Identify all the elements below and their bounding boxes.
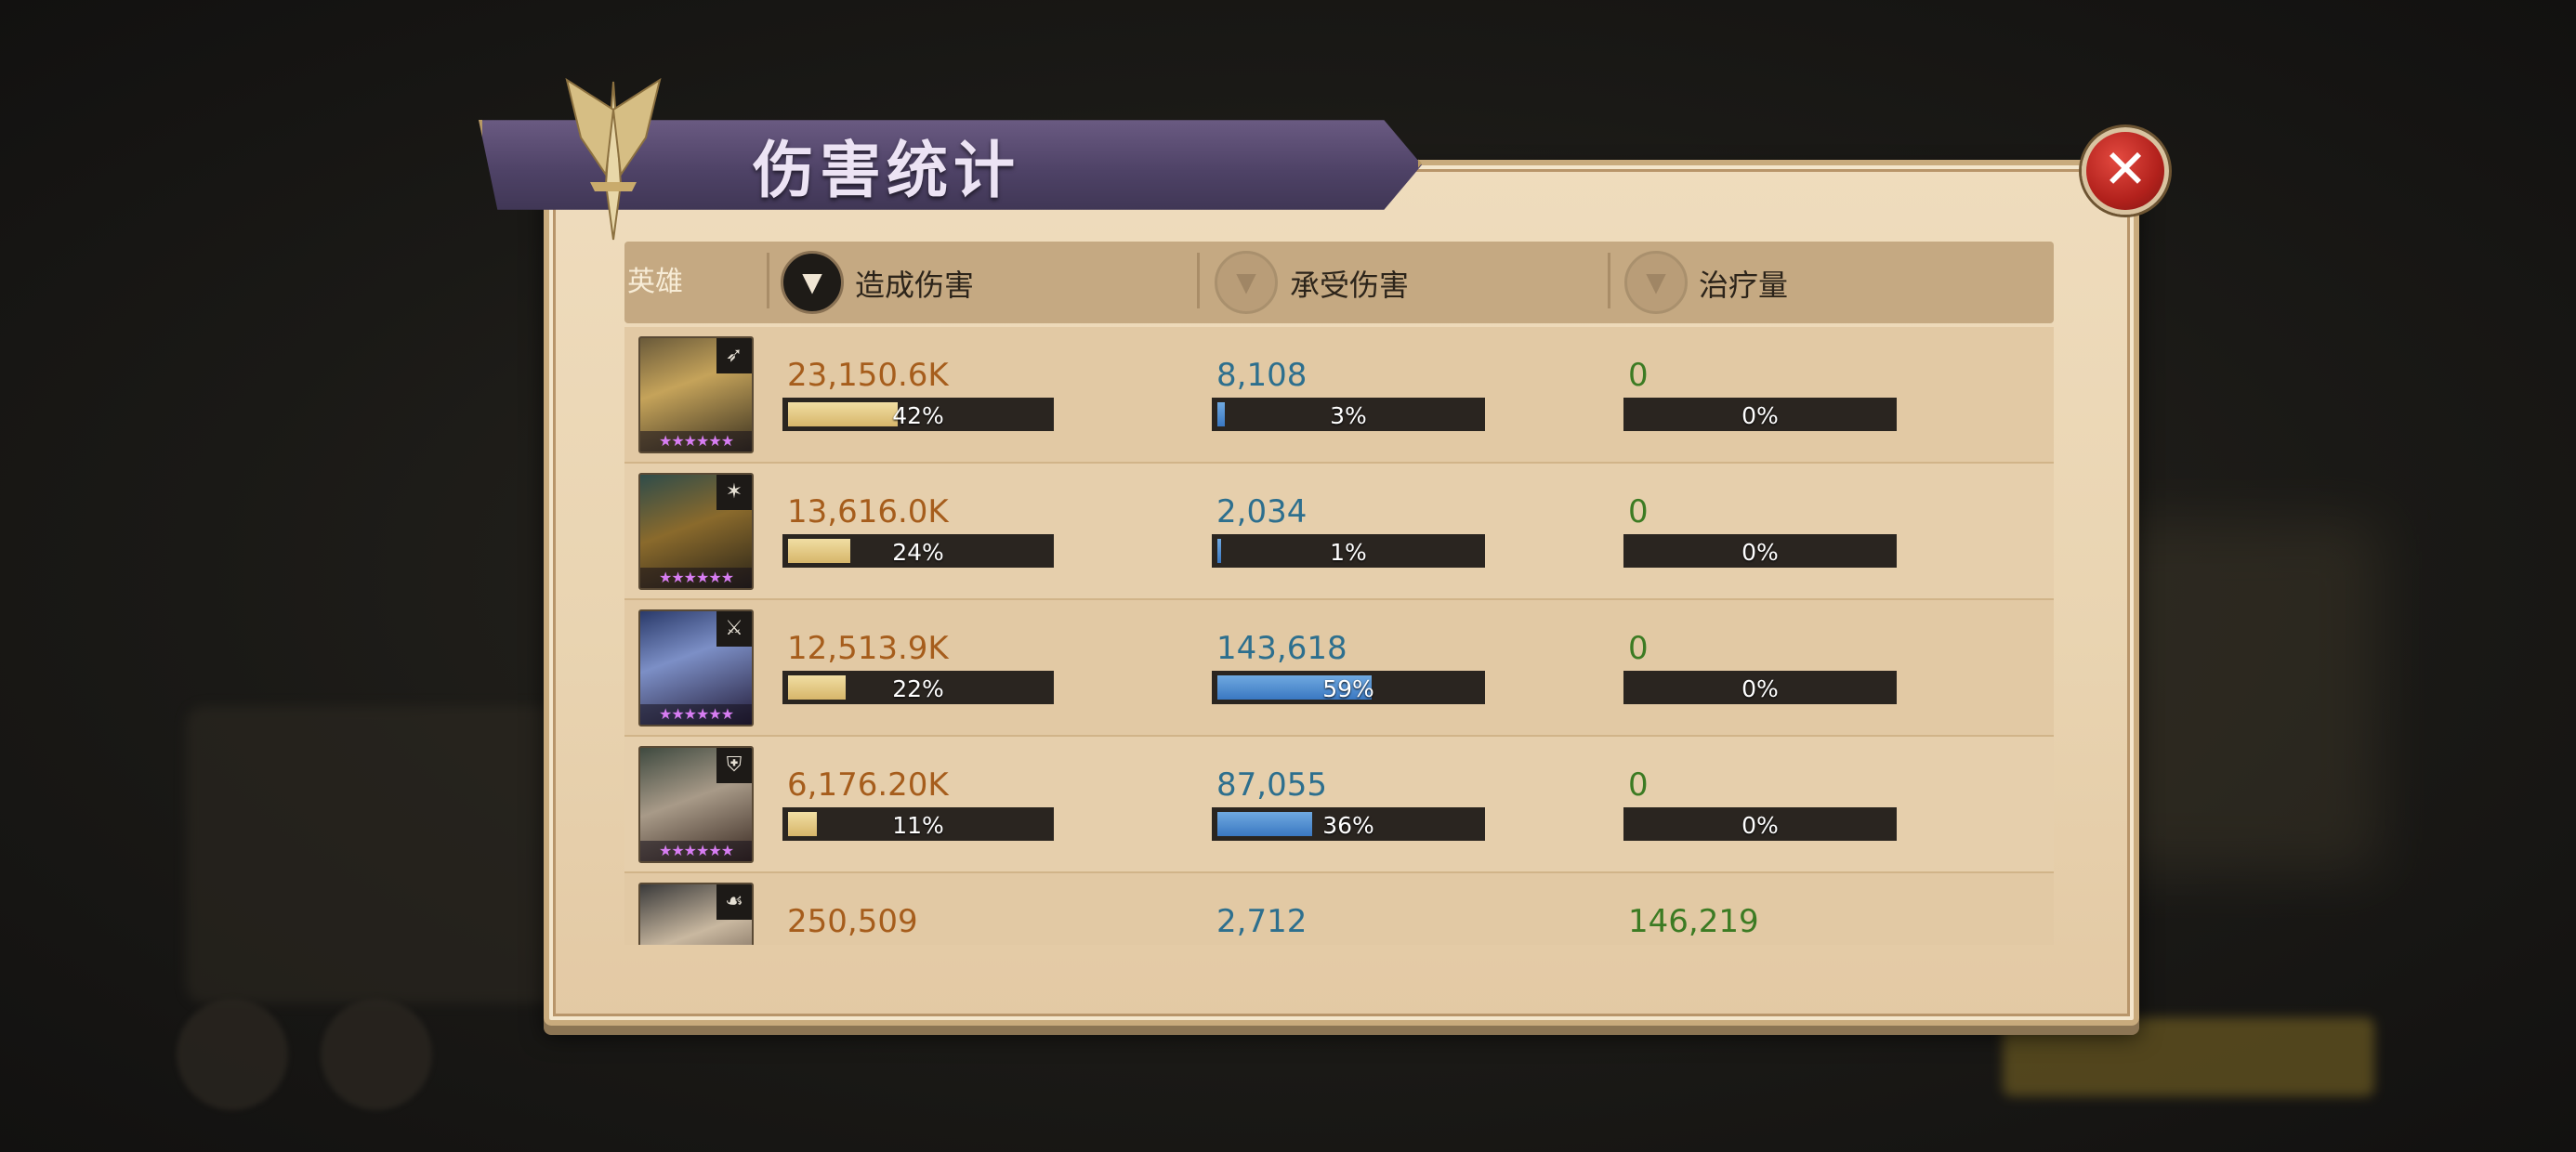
header-hero: 英雄 [627, 266, 683, 298]
taken-percent-bar: 59% [1212, 671, 1485, 704]
hero-portrait-healer[interactable]: ☙★★★★★★ [638, 883, 754, 945]
heal-percent-bar: 0% [1623, 671, 1897, 704]
hero-portrait-horned-demon[interactable]: ⚔ ★★★★★★ [638, 609, 754, 727]
dealt-percent-label: 11% [892, 812, 944, 839]
header-taken[interactable]: 承受伤害 [1290, 262, 1409, 305]
dealt-percent-label: 24% [892, 539, 944, 566]
winged-sword-emblem-icon [565, 77, 662, 241]
dealt-value: 250,509 [787, 903, 918, 940]
hero-stat-row: ➶ ★★★★★★ 23,150.6K 42% 8,108 3% 0 0% [624, 327, 2054, 465]
hero-portrait-beast[interactable]: ⛨ ★★★★★★ [638, 746, 754, 863]
dagger-class-icon: ⚔ [716, 611, 752, 647]
hero-stat-row: ☙★★★★★★ 250,509 2,712 146,219 [624, 873, 2054, 945]
dealt-percent-bar: 24% [782, 534, 1054, 568]
taken-percent-label: 3% [1330, 402, 1367, 429]
star-rating: ★★★★★★ [640, 568, 752, 588]
heal-percent-label: 0% [1741, 675, 1779, 702]
dealt-value: 13,616.0K [787, 493, 949, 530]
taken-value: 87,055 [1216, 766, 1327, 804]
taken-percent-label: 36% [1322, 812, 1374, 839]
taken-percent-bar: 1% [1212, 534, 1485, 568]
dealt-percent-bar: 11% [782, 807, 1054, 841]
header-divider [1608, 253, 1610, 308]
header-divider [1197, 253, 1200, 308]
dealt-percent-label: 42% [892, 402, 944, 429]
dealt-percent-bar: 42% [782, 398, 1054, 431]
dealt-value: 23,150.6K [787, 357, 949, 394]
chevron-down-icon: ▼ [1236, 267, 1256, 297]
heal-value: 0 [1628, 630, 1649, 667]
close-button[interactable]: ✕ [2082, 127, 2169, 215]
sort-dealt-button[interactable]: ▼ [781, 251, 844, 314]
dealt-value: 6,176.20K [787, 766, 949, 804]
taken-value: 8,108 [1216, 357, 1308, 394]
taken-percent-bar: 3% [1212, 398, 1485, 431]
staff-class-icon: ✶ [716, 475, 752, 510]
taken-value: 2,712 [1216, 903, 1308, 940]
taken-value: 143,618 [1216, 630, 1347, 667]
hero-portrait-pharaoh[interactable]: ✶ ★★★★★★ [638, 473, 754, 590]
dealt-percent-bar: 22% [782, 671, 1054, 704]
chevron-down-icon: ▼ [1646, 267, 1666, 297]
heal-value: 0 [1628, 357, 1649, 394]
chevron-down-icon: ▼ [802, 267, 822, 297]
header-divider [767, 253, 769, 308]
dealt-value: 12,513.9K [787, 630, 949, 667]
hero-portrait-golden-masked[interactable]: ➶ ★★★★★★ [638, 336, 754, 453]
taken-percent-bar: 36% [1212, 807, 1485, 841]
header-dealt[interactable]: 造成伤害 [855, 262, 974, 305]
taken-percent-label: 1% [1330, 539, 1367, 566]
background-button-stats [177, 999, 288, 1110]
heal-value: 0 [1628, 493, 1649, 530]
star-rating: ★★★★★★ [640, 841, 752, 861]
heal-value: 146,219 [1628, 903, 1759, 940]
header-heal[interactable]: 治疗量 [1699, 262, 1788, 305]
background-action-button [2003, 1017, 2374, 1096]
hero-stat-row: ✶ ★★★★★★ 13,616.0K 24% 2,034 1% 0 0% [624, 464, 2054, 601]
taken-value: 2,034 [1216, 493, 1308, 530]
heal-percent-label: 0% [1741, 402, 1779, 429]
taken-percent-label: 59% [1322, 675, 1374, 702]
sort-heal-button[interactable]: ▼ [1624, 251, 1688, 314]
heal-percent-bar: 0% [1623, 398, 1897, 431]
dealt-percent-label: 22% [892, 675, 944, 702]
heal-percent-label: 0% [1741, 539, 1779, 566]
star-rating: ★★★★★★ [640, 431, 752, 452]
hands-class-icon: ☙ [716, 884, 752, 920]
hero-stat-row: ⚔ ★★★★★★ 12,513.9K 22% 143,618 59% 0 0% [624, 600, 2054, 738]
shield-class-icon: ⛨ [716, 748, 752, 783]
close-icon: ✕ [2102, 137, 2149, 201]
sort-taken-button[interactable]: ▼ [1215, 251, 1278, 314]
star-rating: ★★★★★★ [640, 704, 752, 725]
heal-value: 0 [1628, 766, 1649, 804]
heal-percent-label: 0% [1741, 812, 1779, 839]
background-button-hero [321, 999, 432, 1110]
heal-percent-bar: 0% [1623, 534, 1897, 568]
hero-stat-row: ⛨ ★★★★★★ 6,176.20K 11% 87,055 36% 0 0% [624, 737, 2054, 874]
bow-class-icon: ➶ [716, 338, 752, 373]
heal-percent-bar: 0% [1623, 807, 1897, 841]
hero-stats-list[interactable]: ➶ ★★★★★★ 23,150.6K 42% 8,108 3% 0 0% ✶ ★★★★★★ 13,6… [624, 327, 2054, 945]
page-title: 伤害统计 [753, 135, 1020, 206]
background-panel [186, 706, 576, 1003]
